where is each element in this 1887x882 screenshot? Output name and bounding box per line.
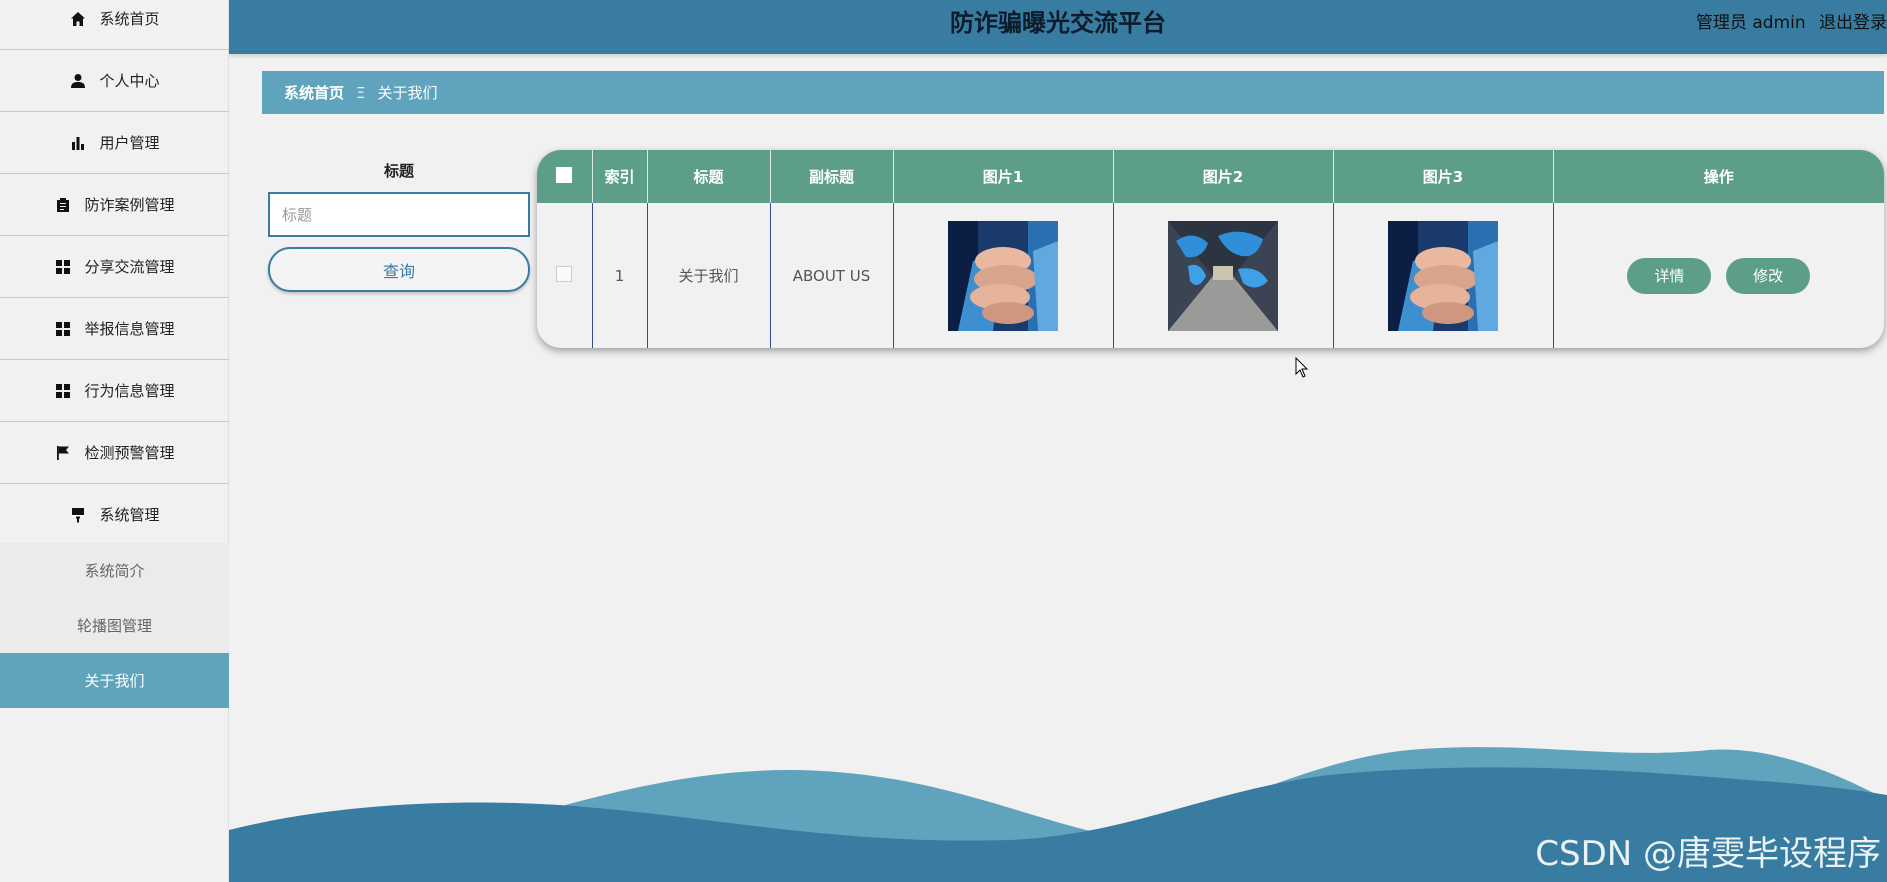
column-header: 操作 <box>1703 168 1734 186</box>
sidebar-subitem-intro[interactable]: 系统简介 <box>0 543 229 598</box>
search-label: 标题 <box>383 162 414 180</box>
cell-index: 1 <box>592 203 648 348</box>
handshake-team-image[interactable] <box>948 220 1058 331</box>
sidebar-item-warning[interactable]: 检测预警管理 <box>0 422 229 484</box>
table-row: 1 关于我们 ABOUT US 详情 修改 <box>537 203 1884 348</box>
top-bar: 防诈骗曝光交流平台 管理员 admin 退出登录 <box>229 0 1887 54</box>
sidebar-subitem-label: 关于我们 <box>84 672 145 690</box>
column-header: 索引 <box>592 150 648 203</box>
select-all-checkbox[interactable] <box>556 166 573 183</box>
sidebar-item-label: 用户管理 <box>99 134 160 152</box>
sidebar-subitem-label: 轮播图管理 <box>76 617 152 635</box>
sidebar-item-home[interactable]: 系统首页 <box>0 0 229 50</box>
query-button[interactable]: 查询 <box>268 247 530 292</box>
sidebar-item-share[interactable]: 分享交流管理 <box>0 236 229 298</box>
breadcrumb: 系统首页 Ξ 关于我们 <box>262 71 1884 114</box>
table-header-row: 索引 标题 副标题 图片1 图片2 图片3 操作 <box>537 150 1884 203</box>
cell-image2 <box>1113 203 1334 348</box>
sidebar-item-users[interactable]: 用户管理 <box>0 112 229 174</box>
row-select-cell <box>537 203 593 348</box>
sidebar-item-label: 检测预警管理 <box>84 444 175 462</box>
cell-subtitle: ABOUT US <box>770 203 894 348</box>
sidebar-item-label: 防诈案例管理 <box>84 196 175 214</box>
handshake-team-image[interactable] <box>1388 220 1498 331</box>
sidebar-item-label: 举报信息管理 <box>84 320 175 338</box>
sidebar: 系统首页 个人中心 用户管理 防诈案例管理 分享交流管理 举报信息管理 行为信息… <box>0 0 229 882</box>
data-table: 索引 标题 副标题 图片1 图片2 图片3 操作 1 关于我们 ABOUT US <box>537 150 1884 348</box>
watermark: CSDN @唐雯毕设程序 <box>1535 834 1881 874</box>
sidebar-item-label: 系统管理 <box>99 506 160 524</box>
sidebar-item-behavior[interactable]: 行为信息管理 <box>0 360 229 422</box>
sidebar-subitem-label: 系统简介 <box>84 562 145 580</box>
home-icon <box>69 10 87 28</box>
user-area: 管理员 admin 退出登录 <box>1688 0 1887 46</box>
sidebar-item-label: 个人中心 <box>99 72 160 90</box>
breadcrumb-home[interactable]: 系统首页 <box>284 82 344 103</box>
sidebar-item-profile[interactable]: 个人中心 <box>0 50 229 112</box>
page-title: 防诈骗曝光交流平台 <box>950 9 1166 37</box>
column-header: 副标题 <box>770 150 894 203</box>
cell-image3 <box>1333 203 1554 348</box>
world-map-corridor-image[interactable] <box>1168 220 1278 331</box>
cell-image1 <box>893 203 1114 348</box>
breadcrumb-current: 关于我们 <box>377 84 438 102</box>
sidebar-item-label: 行为信息管理 <box>84 382 175 400</box>
detail-button[interactable]: 详情 <box>1627 257 1712 294</box>
title-search-input[interactable] <box>268 192 530 237</box>
column-header: 图片1 <box>893 150 1114 203</box>
sidebar-item-fraud-cases[interactable]: 防诈案例管理 <box>0 174 229 236</box>
row-checkbox[interactable] <box>556 265 573 282</box>
sidebar-item-reports[interactable]: 举报信息管理 <box>0 298 229 360</box>
sidebar-subitem-about[interactable]: 关于我们 <box>0 653 229 708</box>
column-header: 图片2 <box>1113 150 1334 203</box>
cell-title: 关于我们 <box>647 203 771 348</box>
admin-label: 管理员 admin <box>1695 13 1806 33</box>
column-header: 标题 <box>647 150 771 203</box>
select-all-cell <box>537 150 593 203</box>
column-header: 图片3 <box>1333 150 1554 203</box>
grid-icon <box>54 382 72 400</box>
breadcrumb-separator: Ξ <box>356 83 366 102</box>
sidebar-subitem-carousel[interactable]: 轮播图管理 <box>0 598 229 653</box>
user-icon <box>69 72 87 90</box>
flag-icon <box>54 444 72 462</box>
cell-actions: 详情 修改 <box>1553 203 1884 348</box>
sidebar-item-system[interactable]: 系统管理 <box>0 484 229 546</box>
sidebar-item-label: 分享交流管理 <box>84 258 175 276</box>
brush-icon <box>69 506 87 524</box>
grid-icon <box>54 320 72 338</box>
logout-link[interactable]: 退出登录 <box>1819 13 1887 33</box>
bar-chart-icon <box>69 134 87 152</box>
clipboard-icon <box>54 196 72 214</box>
mouse-cursor-icon <box>1295 357 1309 378</box>
edit-button[interactable]: 修改 <box>1726 257 1811 294</box>
sidebar-item-label: 系统首页 <box>99 10 160 28</box>
grid-icon <box>54 258 72 276</box>
